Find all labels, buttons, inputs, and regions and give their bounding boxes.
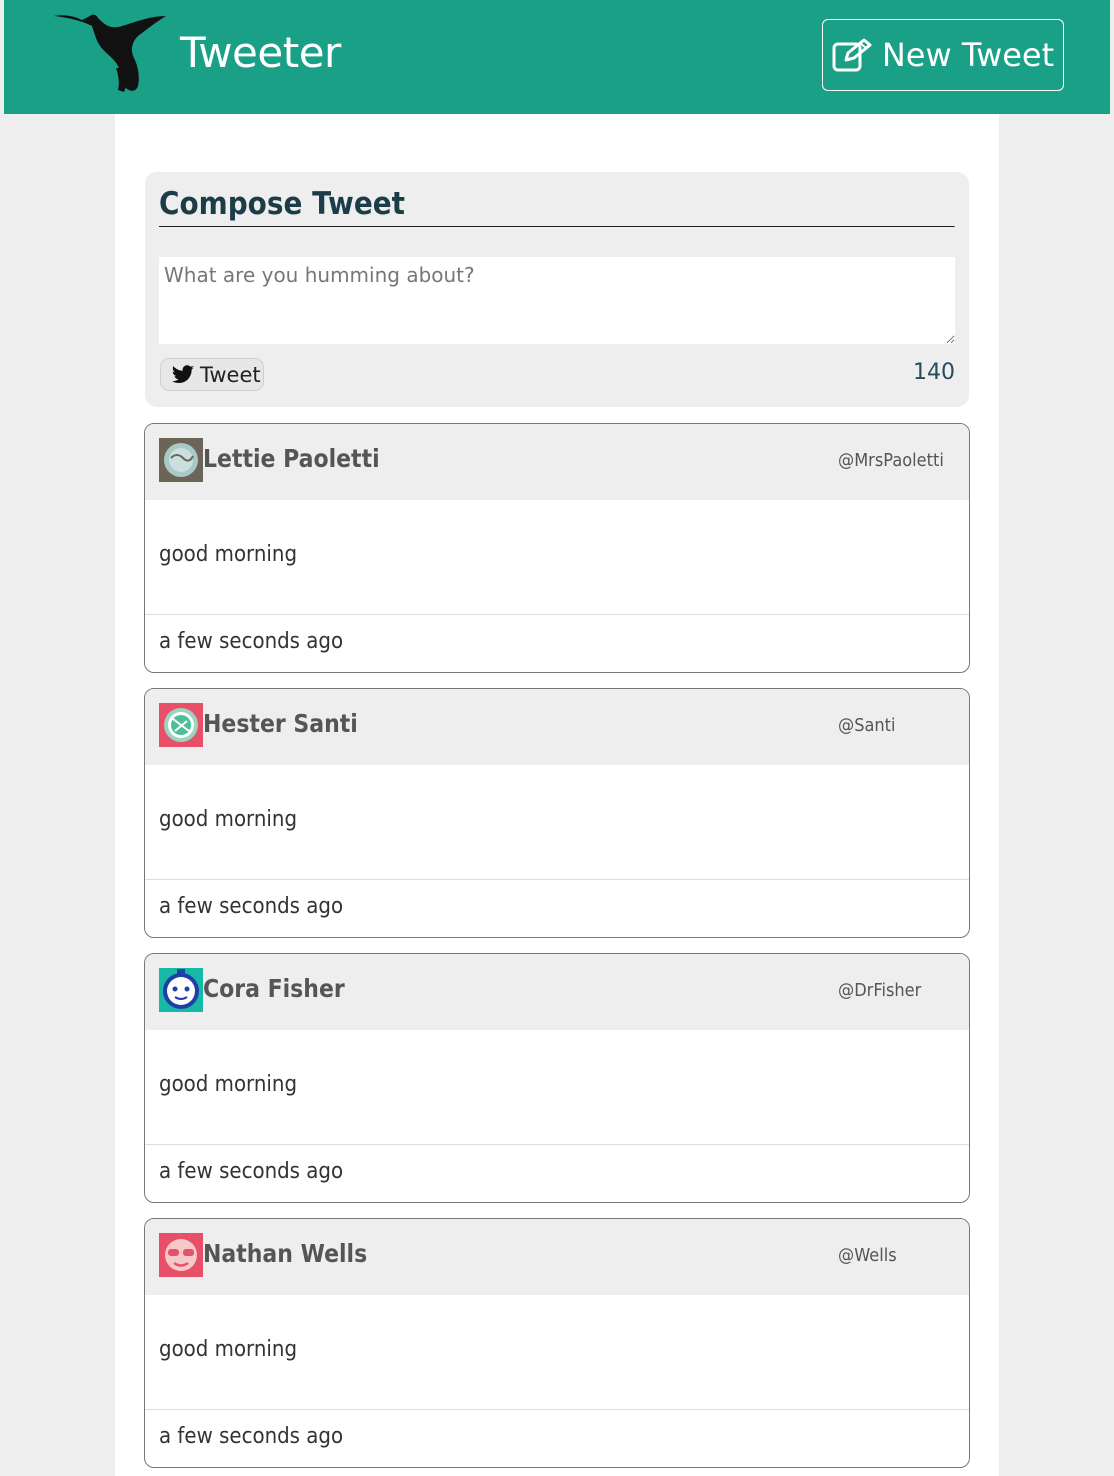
tweet-footer: a few seconds ago [145,879,969,937]
hummingbird-logo-icon [54,14,166,92]
tweet-footer: a few seconds ago [145,1144,969,1202]
tweet-submit-button[interactable]: Tweet [160,358,264,391]
brand-title: Tweeter [180,28,341,77]
tweet-author-handle: @DrFisher [838,980,922,1001]
tweet-header: Cora Fisher @DrFisher [145,954,969,1030]
tweet-timestamp: a few seconds ago [159,1159,344,1184]
tweet-card: Lettie Paoletti @MrsPaoletti good mornin… [144,423,970,673]
top-navbar: Tweeter New Tweet [4,0,1110,114]
tweet-header: Nathan Wells @Wells [145,1219,969,1295]
tweet-author-name: Hester Santi [203,709,358,738]
tweet-author-name: Nathan Wells [203,1239,368,1268]
new-tweet-button[interactable]: New Tweet [822,19,1064,91]
avatar-cora-icon [159,968,203,1012]
new-tweet-label: New Tweet [881,36,1055,74]
tweet-author-handle: @MrsPaoletti [838,450,944,471]
tweet-timestamp: a few seconds ago [159,629,344,654]
char-counter: 140 [913,360,955,385]
tweet-author-name: Lettie Paoletti [203,444,380,473]
tweet-button-label: Tweet [200,362,261,387]
tweet-footer: a few seconds ago [145,1409,969,1467]
tweet-textarea[interactable] [159,257,955,344]
tweet-header: Lettie Paoletti @MrsPaoletti [145,424,969,500]
tweet-card: Hester Santi @Santi good morning a few s… [144,688,970,938]
twitter-bird-icon [171,364,194,383]
tweet-body: good morning [159,807,298,832]
tweet-body: good morning [159,1337,298,1362]
tweet-card: Cora Fisher @DrFisher good morning a few… [144,953,970,1203]
tweet-body: good morning [159,542,298,567]
tweet-card: Nathan Wells @Wells good morning a few s… [144,1218,970,1468]
tweet-timestamp: a few seconds ago [159,1424,344,1449]
compose-tweet-panel: Compose Tweet Tweet 140 [145,172,969,407]
edit-icon [832,38,872,72]
tweet-header: Hester Santi @Santi [145,689,969,765]
tweet-timestamp: a few seconds ago [159,894,344,919]
avatar-nathan-icon [159,1233,203,1277]
tweet-author-handle: @Santi [838,715,896,736]
avatar-lettie-icon [159,438,203,482]
tweet-body: good morning [159,1072,298,1097]
tweet-footer: a few seconds ago [145,614,969,672]
tweet-author-name: Cora Fisher [203,974,345,1003]
main-container: Compose Tweet Tweet 140 Lettie Paoletti … [115,114,999,1476]
avatar-hester-icon [159,703,203,747]
tweet-author-handle: @Wells [838,1245,897,1266]
compose-title: Compose Tweet [159,186,955,227]
